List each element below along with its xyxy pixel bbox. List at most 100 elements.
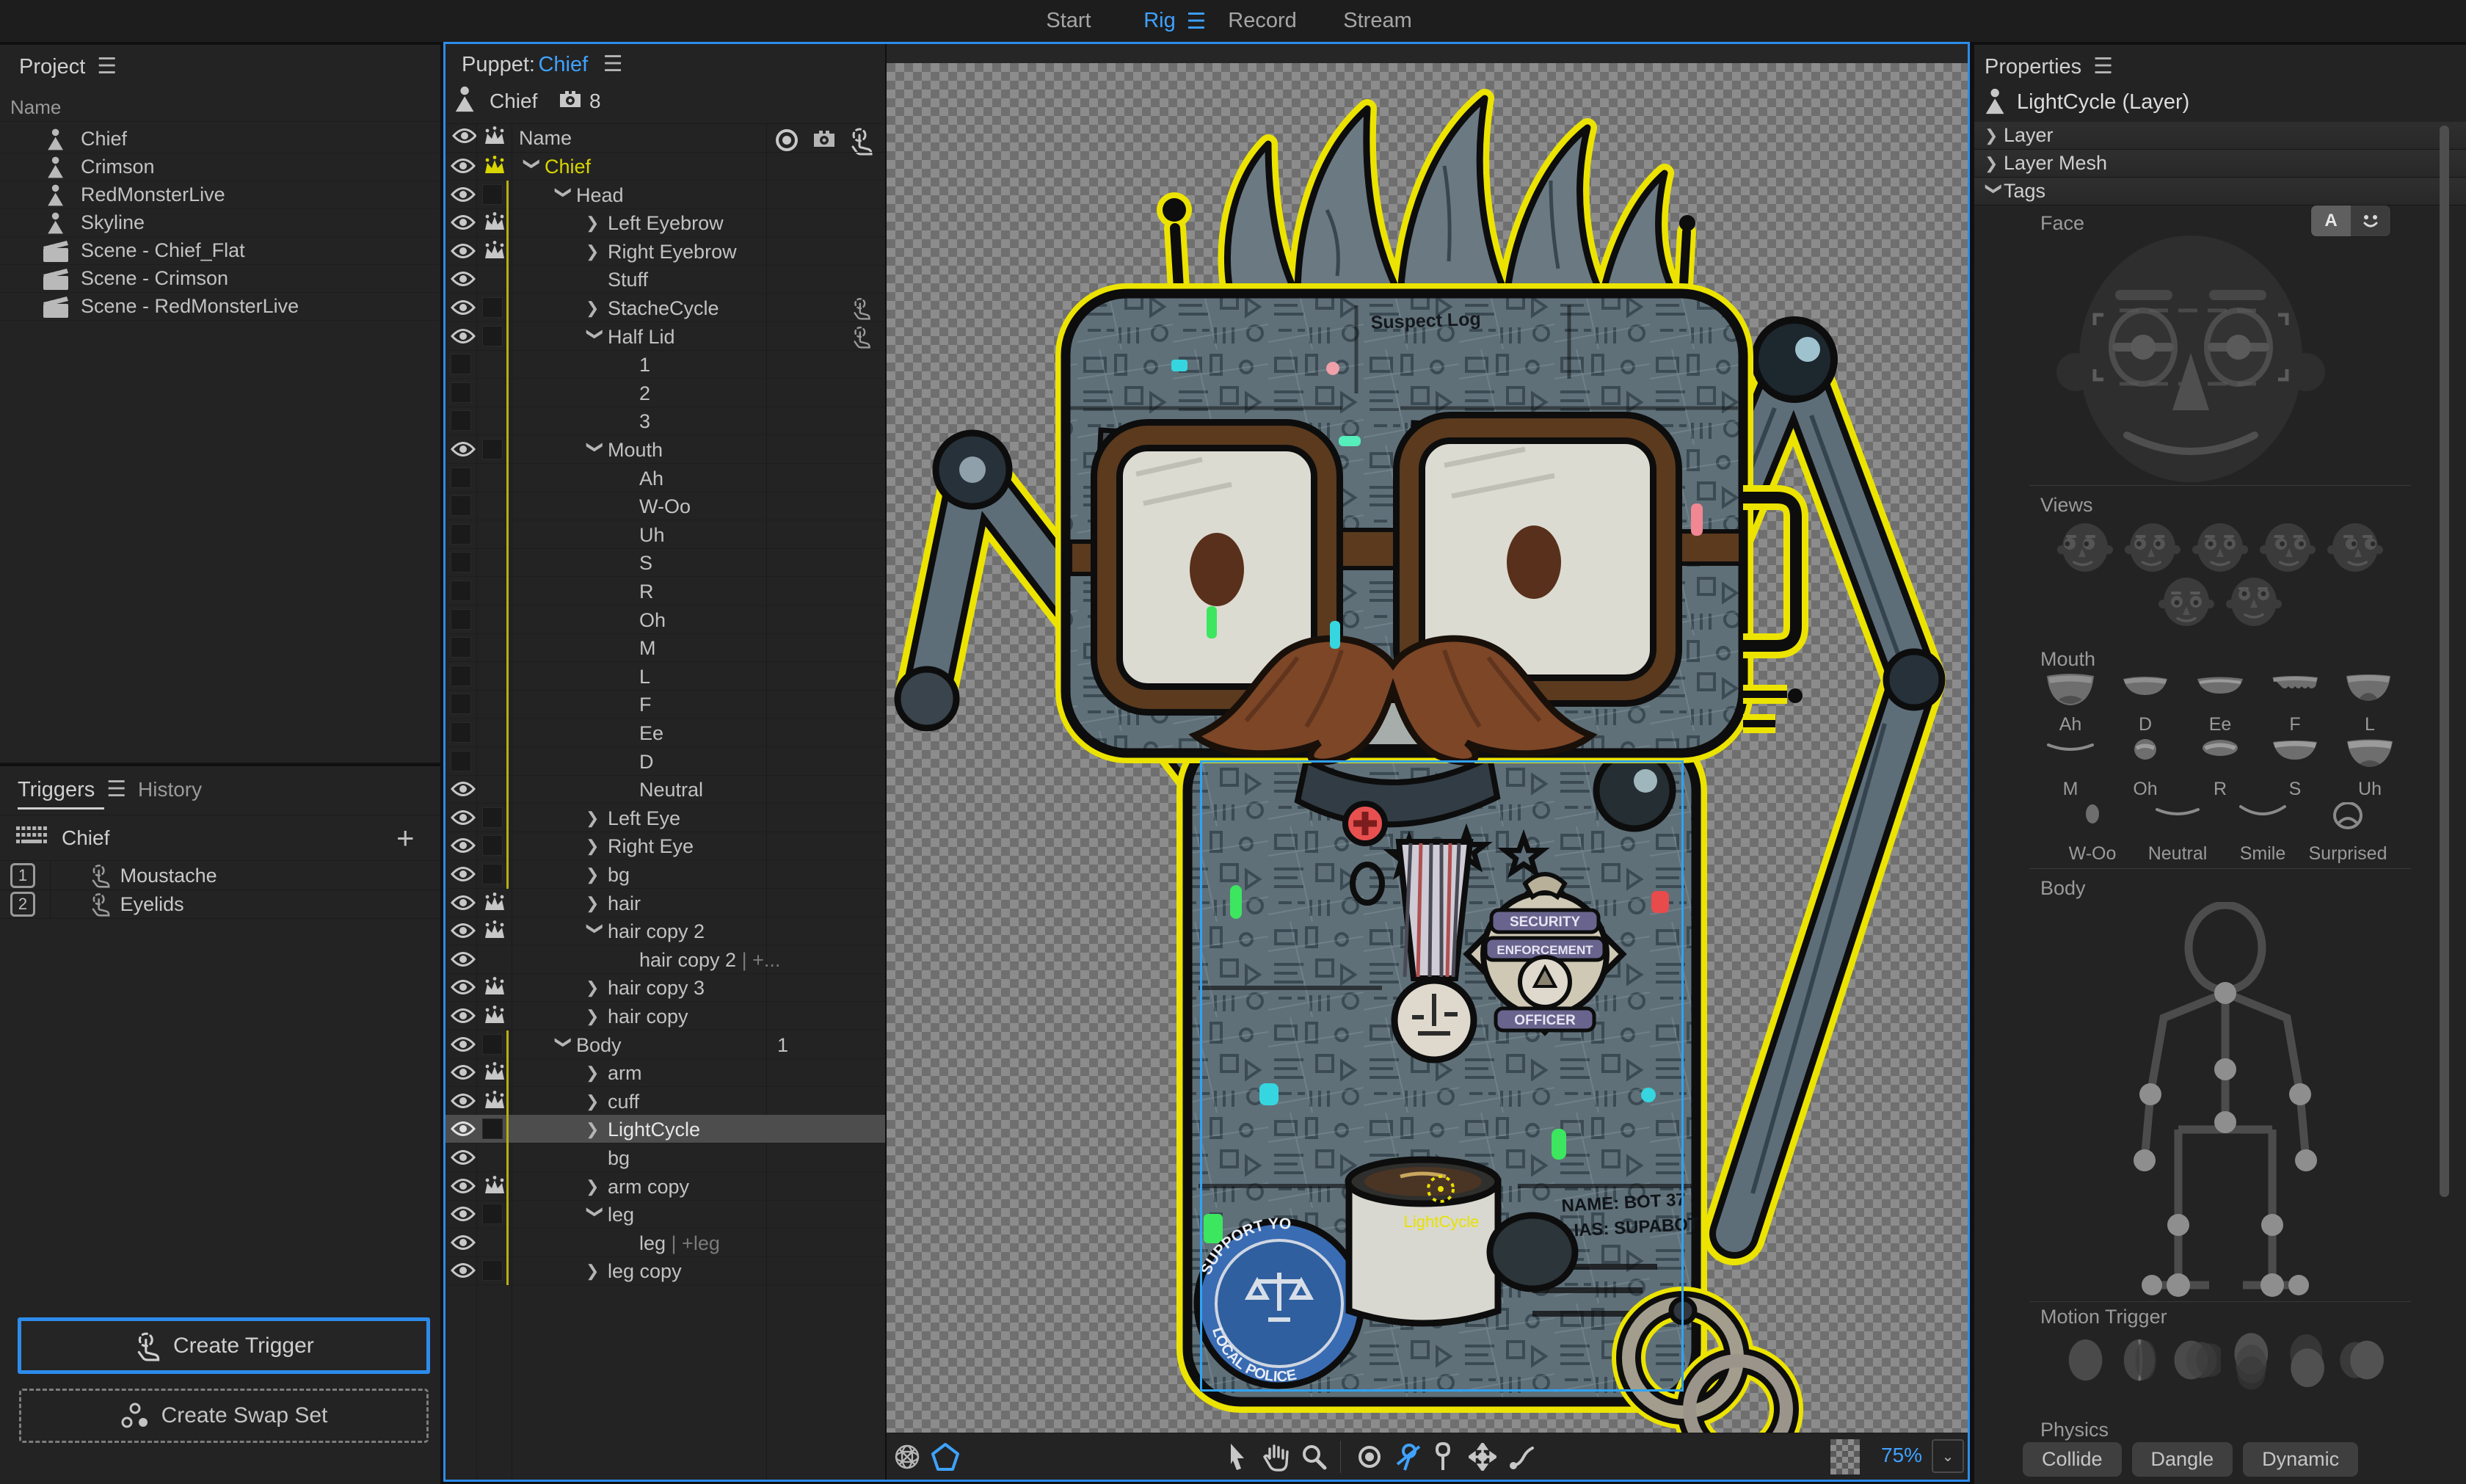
crown-off-box[interactable] xyxy=(482,1119,503,1139)
project-item[interactable]: Scene - Crimson xyxy=(0,265,440,293)
layer-name[interactable]: Left Eyebrow xyxy=(608,212,724,235)
view-face-icon[interactable] xyxy=(2325,520,2385,573)
motion-trigger-icon[interactable] xyxy=(2227,1331,2276,1391)
mouth-viseme-r[interactable]: R xyxy=(2194,738,2247,800)
layer-name[interactable]: 3 xyxy=(639,410,650,433)
visibility-eye-icon[interactable] xyxy=(451,781,476,797)
workspace-tab-record[interactable]: Record xyxy=(1228,9,1297,33)
visibility-off-box[interactable] xyxy=(451,637,471,658)
draggable-tool-icon[interactable] xyxy=(1505,1439,1540,1474)
visibility-off-box[interactable] xyxy=(451,382,471,403)
chevron-right-icon[interactable]: ❯ xyxy=(586,1007,605,1026)
mouth-viseme-f[interactable]: F xyxy=(2269,673,2321,735)
project-item[interactable]: Crimson xyxy=(0,153,440,181)
puppet-layer-row[interactable]: ❯Head xyxy=(445,181,885,209)
project-menu-icon[interactable]: ☰ xyxy=(97,54,117,79)
puppet-layer-row[interactable]: bg xyxy=(445,1143,885,1172)
visibility-eye-icon[interactable] xyxy=(451,951,476,967)
mouth-viseme-smile[interactable]: Smile xyxy=(2231,802,2294,865)
puppet-layer-row[interactable]: M xyxy=(445,633,885,662)
physics-dangle-button[interactable]: Dangle xyxy=(2132,1442,2233,1477)
body-tag-diagram[interactable] xyxy=(2106,902,2341,1313)
project-item[interactable]: RedMonsterLive xyxy=(0,181,440,209)
visibility-eye-icon[interactable] xyxy=(451,866,476,882)
project-item[interactable]: Chief xyxy=(0,126,440,153)
visibility-off-box[interactable] xyxy=(451,666,471,686)
view-face-icon[interactable] xyxy=(2224,575,2284,628)
layer-name[interactable]: W-Oo xyxy=(639,495,691,518)
visibility-eye-icon[interactable] xyxy=(451,1064,476,1080)
puppet-layer-row[interactable]: Oh xyxy=(445,605,885,634)
puppet-layer-row[interactable]: ❯Chief xyxy=(445,152,885,181)
puppet-layer-row[interactable]: Uh xyxy=(445,520,885,549)
layer-name[interactable]: hair copy xyxy=(608,1005,688,1028)
puppet-layer-row[interactable]: ❯cuff xyxy=(445,1087,885,1116)
puppet-layer-row[interactable]: Ah xyxy=(445,464,885,492)
chevron-right-icon[interactable]: ❯ xyxy=(586,809,605,828)
crown-off-box[interactable] xyxy=(482,1204,503,1224)
chevron-right-icon[interactable]: ❯ xyxy=(586,299,605,318)
visibility-eye-icon[interactable] xyxy=(451,1093,476,1109)
chevron-right-icon[interactable]: ❯ xyxy=(586,894,605,913)
zoom-tool-icon[interactable] xyxy=(1296,1439,1331,1474)
view-face-icon[interactable] xyxy=(2190,520,2250,573)
visibility-off-box[interactable] xyxy=(451,751,471,771)
outline-view-icon[interactable] xyxy=(928,1439,963,1474)
mouth-viseme-oh[interactable]: Oh xyxy=(2119,738,2172,800)
puppet-layer-row[interactable]: F xyxy=(445,690,885,719)
layer-name[interactable]: hair xyxy=(608,892,641,915)
mouth-viseme-ee[interactable]: Ee xyxy=(2194,673,2247,735)
mouth-viseme-neutral[interactable]: Neutral xyxy=(2146,802,2209,865)
keyboard-icon[interactable] xyxy=(15,823,48,848)
trigger-row[interactable]: 2 Eyelids xyxy=(0,890,440,919)
create-swap-set-button[interactable]: Create Swap Set xyxy=(19,1389,429,1443)
chevron-down-icon[interactable]: ❯ xyxy=(523,157,542,176)
trigger-key[interactable]: 1 xyxy=(10,863,35,888)
crown-off-box[interactable] xyxy=(482,1034,503,1055)
layer-name[interactable]: Neutral xyxy=(639,779,703,801)
motion-trigger-icon[interactable] xyxy=(2282,1331,2331,1391)
visibility-eye-icon[interactable] xyxy=(451,214,476,230)
puppet-layer-row[interactable]: ❯Mouth xyxy=(445,435,885,464)
layer-name[interactable]: leg xyxy=(608,1204,634,1226)
layer-name[interactable]: Ah xyxy=(639,468,663,490)
layer-name[interactable]: arm copy xyxy=(608,1176,689,1199)
mouth-viseme-surprised[interactable]: Surprised xyxy=(2316,802,2379,865)
tab-history[interactable]: History xyxy=(138,778,202,801)
chevron-right-icon[interactable]: ❯ xyxy=(586,865,605,884)
physics-dynamic-button[interactable]: Dynamic xyxy=(2243,1442,2358,1477)
puppet-layer-row[interactable]: ❯StacheCycle xyxy=(445,294,885,322)
crown-icon[interactable] xyxy=(482,1176,507,1196)
layer-name[interactable]: hair copy 2 | +... xyxy=(639,949,780,972)
puppet-layer-row[interactable]: ❯arm copy xyxy=(445,1172,885,1201)
crown-off-box[interactable] xyxy=(482,807,503,828)
tab-triggers[interactable]: Triggers☰ xyxy=(18,776,126,802)
puppet-layer-row[interactable]: W-Oo xyxy=(445,492,885,520)
crown-icon[interactable] xyxy=(482,1005,507,1026)
crown-off-box[interactable] xyxy=(482,184,503,205)
layer-name[interactable]: LightCycle xyxy=(608,1119,700,1141)
puppet-layer-row[interactable]: ❯Right Eye xyxy=(445,832,885,860)
chevron-down-icon[interactable]: ❯ xyxy=(586,327,605,346)
puppet-layer-row[interactable]: ❯Left Eyebrow xyxy=(445,208,885,237)
visibility-off-box[interactable] xyxy=(451,524,471,545)
layer-name[interactable]: L xyxy=(639,666,650,688)
project-item[interactable]: Skyline xyxy=(0,209,440,237)
puppet-layer-row[interactable]: ❯hair copy 3 xyxy=(445,973,885,1002)
chevron-down-icon[interactable]: ❯ xyxy=(586,1205,605,1224)
visibility-eye-icon[interactable] xyxy=(451,243,476,259)
visibility-eye-icon[interactable] xyxy=(451,1178,476,1194)
visibility-eye-icon[interactable] xyxy=(451,328,476,344)
visibility-eye-icon[interactable] xyxy=(451,158,476,174)
visibility-off-box[interactable] xyxy=(451,722,471,743)
visibility-off-box[interactable] xyxy=(451,495,471,516)
layer-name[interactable]: StacheCycle xyxy=(608,297,719,320)
layer-name[interactable]: S xyxy=(639,552,652,575)
mouth-viseme-d[interactable]: D xyxy=(2119,673,2172,735)
puppet-layer-row[interactable]: ❯Right Eyebrow xyxy=(445,237,885,266)
visibility-eye-icon[interactable] xyxy=(451,1036,476,1052)
chevron-right-icon[interactable]: ❯ xyxy=(586,1262,605,1281)
crown-icon[interactable] xyxy=(482,212,507,233)
visibility-eye-icon[interactable] xyxy=(451,895,476,911)
layer-name[interactable]: Right Eye xyxy=(608,835,694,858)
